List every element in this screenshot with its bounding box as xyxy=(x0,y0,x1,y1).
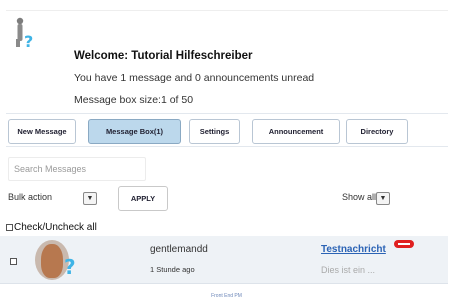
message-sender[interactable]: gentlemandd xyxy=(150,244,208,255)
tab-message-box[interactable]: Message Box(1) xyxy=(88,119,181,144)
message-checkbox[interactable] xyxy=(10,258,17,265)
tab-bar: New Message Message Box(1) Settings Anno… xyxy=(6,113,448,147)
message-subject-link[interactable]: Testnachricht xyxy=(321,244,386,255)
check-all-checkbox[interactable] xyxy=(6,224,13,231)
header-box: ? Welcome: Tutorial Hilfeschreiber You h… xyxy=(6,10,448,110)
search-input[interactable] xyxy=(8,157,146,181)
tab-new-message[interactable]: New Message xyxy=(8,119,76,144)
show-filter-select[interactable]: Show all xyxy=(342,192,376,202)
svg-text:?: ? xyxy=(64,255,76,278)
message-preview: Dies ist ein ... xyxy=(321,265,376,275)
unread-badge-icon xyxy=(394,240,414,248)
apply-button[interactable]: APPLY xyxy=(118,186,168,211)
welcome-title: Welcome: Tutorial Hilfeschreiber xyxy=(74,50,253,62)
bulk-action-select[interactable]: Bulk action xyxy=(8,192,52,202)
message-row[interactable]: ? gentlemandd 1 Stunde ago Testnachricht… xyxy=(0,236,448,284)
tab-announcement[interactable]: Announcement xyxy=(252,119,340,144)
logo-icon: ? xyxy=(16,17,33,49)
bulk-action-dropdown-icon[interactable]: ▼ xyxy=(83,192,97,205)
message-box-size: Message box size:1 of 50 xyxy=(74,94,194,106)
tab-settings[interactable]: Settings xyxy=(189,119,240,144)
avatar-photo xyxy=(41,244,63,278)
avatar-overlay-icon: ? xyxy=(64,255,76,278)
message-time: 1 Stunde ago xyxy=(150,265,195,274)
show-filter-dropdown-icon[interactable]: ▼ xyxy=(376,192,390,205)
unread-summary: You have 1 message and 0 announcements u… xyxy=(74,72,315,84)
footer-link[interactable]: Front End PM xyxy=(0,293,453,299)
svg-text:?: ? xyxy=(24,32,33,49)
tab-directory[interactable]: Directory xyxy=(346,119,408,144)
check-all-control[interactable]: Check/Uncheck all xyxy=(6,222,97,233)
check-all-label: Check/Uncheck all xyxy=(14,222,97,233)
